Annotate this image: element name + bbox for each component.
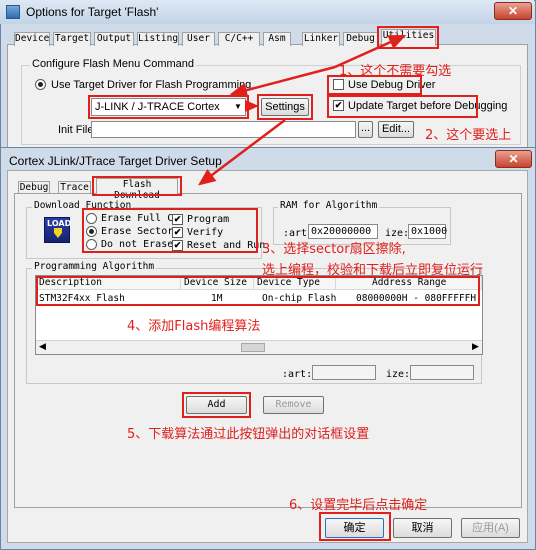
annotation-3-line1: 3、选择sector扇区擦除, <box>262 242 406 257</box>
annotation-5: 5、下载算法通过此按钮弹出的对话框设置 <box>127 427 370 442</box>
annotation-6: 6、设置完毕后点击确定 <box>289 498 428 513</box>
annotation-2: 2、这个要选上 <box>425 128 512 143</box>
arrow-settings-to-flash-download <box>198 119 286 186</box>
annotation-3-line2: 选上编程，校验和下载后立即复位运行 <box>262 263 484 278</box>
annotation-4: 4、添加Flash编程算法 <box>127 319 261 334</box>
arrow-driver-select <box>229 65 336 98</box>
annotation-1: 1、这个不需要勾选 <box>339 64 452 79</box>
